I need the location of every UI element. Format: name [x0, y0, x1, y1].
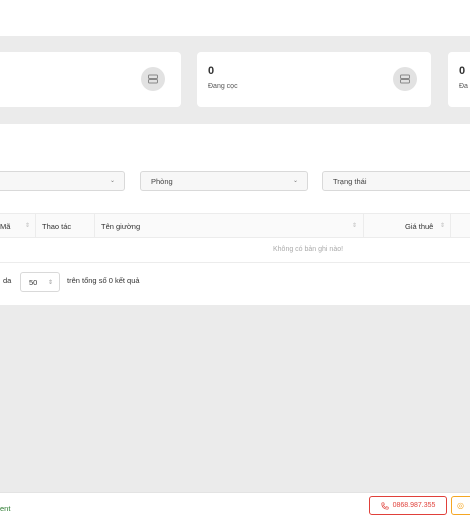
page-size-value: 50 [29, 278, 38, 287]
filter-status-select[interactable]: Trạng thái [322, 171, 470, 191]
filter-room-placeholder: Phòng [151, 177, 173, 186]
column-divider [94, 214, 95, 237]
sort-icon[interactable]: ⇕ [440, 222, 445, 229]
column-divider [363, 214, 364, 237]
orange-action-button[interactable]: ◎ [451, 496, 470, 515]
table-header: Mã ⇕ Thao tác Tên giường ⇕ Giá thuê ⇕ [0, 213, 470, 238]
circle-icon: ◎ [457, 501, 464, 510]
column-divider [35, 214, 36, 237]
filter-room-select[interactable]: Phòng ⌄ [140, 171, 308, 191]
column-header-code[interactable]: Mã [0, 222, 10, 231]
stat-card-deposit: 0 Đang cọc [197, 52, 431, 107]
server-icon [393, 67, 417, 91]
table-empty-row: Không có bản ghi nào! [0, 238, 470, 263]
pagination-summary: trên tổng số 0 kết quả [67, 276, 140, 285]
phone-number: 0868.987.355 [392, 502, 436, 509]
pagination-prefix: da [3, 276, 12, 285]
stat-card-deposit-value: 0 [208, 65, 215, 77]
empty-message: Không có bản ghi nào! [273, 246, 344, 253]
stat-card-1 [0, 52, 181, 107]
chevron-down-icon: ⌄ [109, 178, 115, 184]
filter-status-placeholder: Trạng thái [333, 177, 367, 186]
phone-icon [381, 501, 389, 510]
stat-card-3-value: 0 [459, 65, 466, 77]
sort-icon[interactable]: ⇕ [352, 222, 357, 229]
column-header-rent[interactable]: Giá thuê [405, 222, 433, 231]
column-divider [450, 214, 451, 237]
sort-icon[interactable]: ⇕ [25, 222, 30, 229]
stat-card-3: 0 Đa [448, 52, 470, 107]
filter-select-1[interactable]: ⌄ [0, 171, 125, 191]
column-header-bed-name[interactable]: Tên giường [101, 222, 140, 231]
top-header-bar [0, 0, 470, 36]
column-header-actions: Thao tác [42, 222, 72, 231]
phone-button[interactable]: 0868.987.355 [369, 496, 447, 515]
page-size-select[interactable]: 50 ⇕ [20, 272, 60, 292]
footer-brand-text[interactable]: ent [0, 504, 10, 513]
server-icon [141, 67, 165, 91]
chevron-down-icon: ⌄ [292, 178, 298, 184]
chevron-updown-icon: ⇕ [47, 280, 53, 286]
stat-card-deposit-label: Đang cọc [208, 83, 238, 90]
stat-card-3-label: Đa [459, 83, 468, 90]
